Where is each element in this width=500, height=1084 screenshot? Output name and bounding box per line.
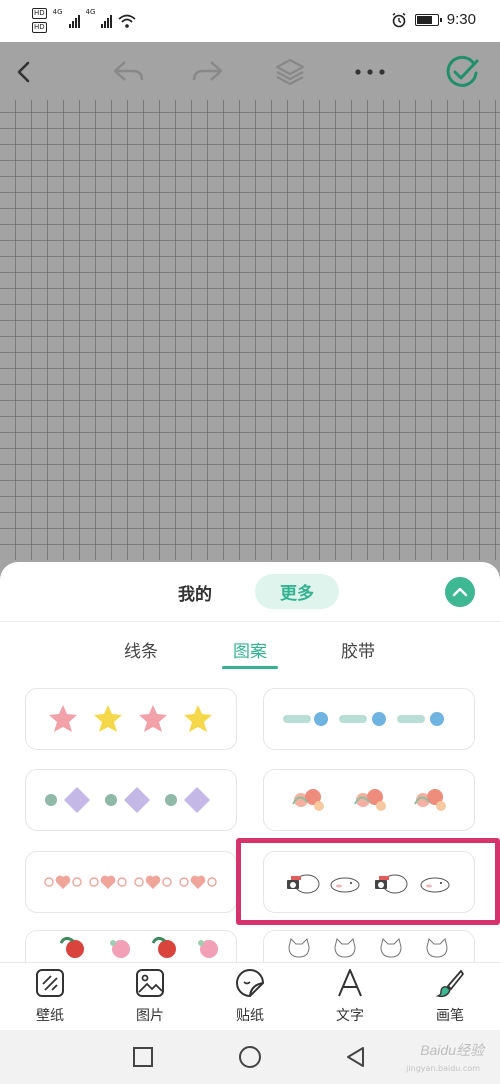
redo-icon[interactable] <box>190 54 226 90</box>
confirm-icon[interactable] <box>444 54 480 90</box>
back-icon[interactable] <box>6 54 42 90</box>
sticker-icon <box>234 967 266 999</box>
segment-mine[interactable]: 我的 <box>178 580 212 605</box>
home-icon[interactable] <box>237 1044 263 1070</box>
status-left: HD HD 4G 4G <box>32 8 137 33</box>
screen: HD HD 4G 4G 9:30 我的 更多 线条 图案 胶带 壁纸 图片 贴纸… <box>0 0 500 1084</box>
chevron-up-icon <box>452 587 468 597</box>
nav-sticker[interactable]: 贴纸 <box>220 967 280 1027</box>
nav-label: 画笔 <box>436 1008 464 1024</box>
tab-lines[interactable]: 线条 <box>106 637 176 662</box>
wifi-icon <box>118 14 137 28</box>
brush-icon <box>434 967 466 999</box>
network-label: 4G <box>52 8 63 16</box>
watermark-sub: jingyan.baidu.com <box>406 1064 480 1073</box>
highlight-box <box>236 838 500 925</box>
tab-tape[interactable]: 胶带 <box>323 637 393 662</box>
editor-toolbar <box>0 42 500 100</box>
status-right: 9:30 <box>391 11 476 28</box>
hd-badge: HD <box>32 22 47 33</box>
battery-level <box>416 15 433 24</box>
nav-text[interactable]: 文字 <box>320 967 380 1027</box>
collapse-panel-button[interactable] <box>445 577 475 607</box>
nav-wallpaper[interactable]: 壁纸 <box>20 967 80 1027</box>
clock: 9:30 <box>446 11 476 28</box>
battery-icon <box>414 13 442 26</box>
star-pattern[interactable] <box>25 688 237 750</box>
undo-icon[interactable] <box>110 54 146 90</box>
nav-label: 图片 <box>136 1008 164 1024</box>
star-pink <box>49 705 77 732</box>
grid-canvas[interactable] <box>0 100 500 560</box>
panel-header: 我的 更多 <box>0 562 500 622</box>
nav-label: 壁纸 <box>36 1008 64 1024</box>
alarm-icon <box>392 12 406 27</box>
fruit-pattern[interactable] <box>25 930 237 962</box>
nav-label: 文字 <box>336 1008 364 1024</box>
nav-image[interactable]: 图片 <box>120 967 180 1027</box>
layers-icon[interactable] <box>272 54 308 90</box>
dash-dot-pattern[interactable] <box>263 688 475 750</box>
circle-diamond-pattern[interactable] <box>25 769 237 831</box>
bottom-nav: 壁纸 图片 贴纸 文字 画笔 <box>0 962 500 1030</box>
wallpaper-icon <box>34 967 66 999</box>
network-label: 4G <box>85 8 96 16</box>
system-nav-bar: Baidu经验 jingyan.baidu.com <box>0 1030 500 1084</box>
nav-label: 贴纸 <box>236 1008 264 1024</box>
recent-apps-icon[interactable] <box>130 1044 156 1070</box>
watermark: Baidu经验 <box>420 1042 484 1058</box>
sticker-panel: 我的 更多 线条 图案 胶带 <box>0 562 500 962</box>
cat-face-pattern[interactable] <box>263 930 475 962</box>
image-icon <box>134 967 166 999</box>
category-tabs: 线条 图案 胶带 <box>0 622 500 674</box>
signal-icon <box>68 14 80 28</box>
status-bar: HD HD 4G 4G 9:30 <box>0 0 500 42</box>
segment-more[interactable]: 更多 <box>255 574 339 609</box>
tab-patterns[interactable]: 图案 <box>215 637 285 662</box>
text-icon <box>334 967 366 999</box>
signal-icon <box>101 14 113 28</box>
nav-brush[interactable]: 画笔 <box>420 967 480 1027</box>
hd-badges: HD HD <box>32 8 47 33</box>
hd-badge: HD <box>32 8 47 19</box>
back-triangle-icon[interactable] <box>343 1044 369 1070</box>
heart-swirl-pattern[interactable] <box>25 851 237 913</box>
more-icon[interactable] <box>352 54 388 90</box>
floral-pattern[interactable] <box>263 769 475 831</box>
active-tab-indicator <box>222 666 278 669</box>
